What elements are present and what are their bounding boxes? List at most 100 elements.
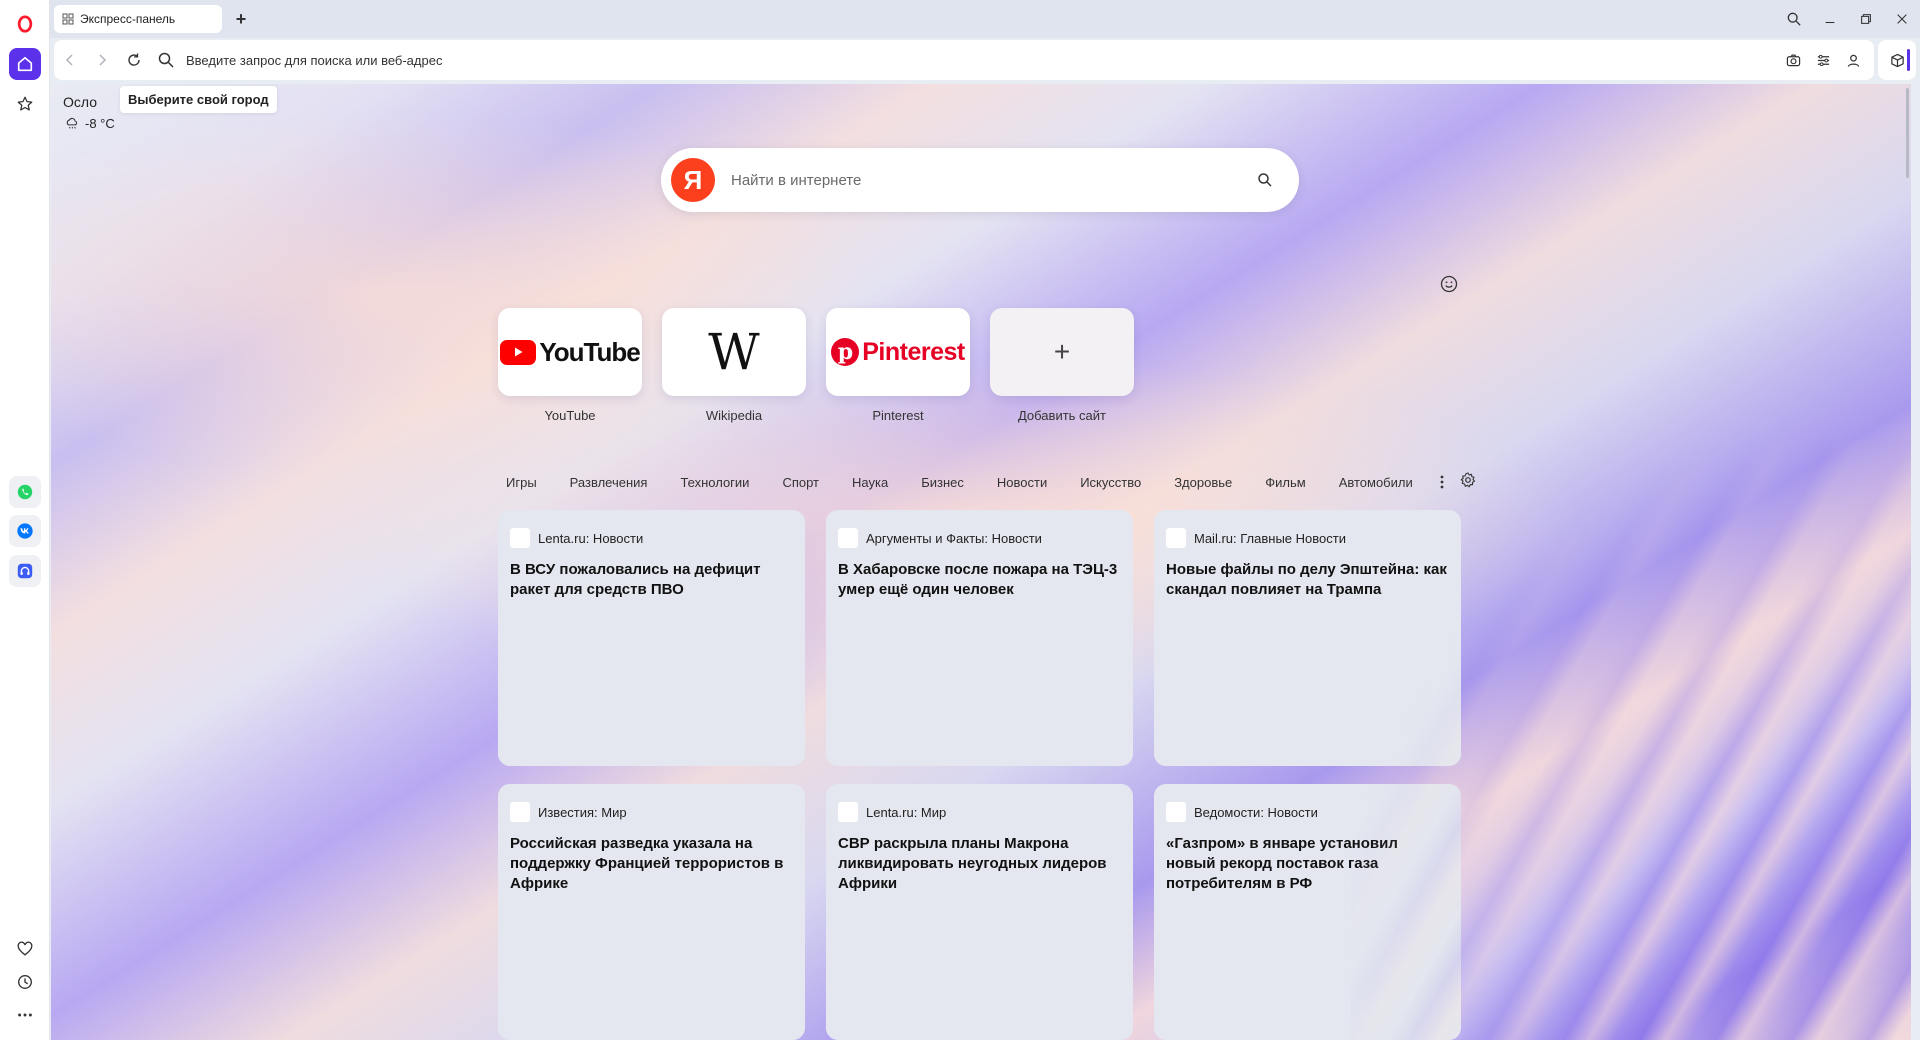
news-card[interactable]: Lenta.ru: Новости В ВСУ пожаловались на … (498, 510, 805, 766)
restore-button[interactable] (1848, 0, 1884, 38)
sidebar-vk-button[interactable] (9, 515, 41, 547)
forward-icon (99, 54, 107, 66)
sidebar-music-player-button[interactable] (9, 555, 41, 587)
profile-button[interactable] (1842, 49, 1864, 71)
extensions-button[interactable] (1878, 40, 1916, 80)
speed-dial-tile[interactable]: p Pinterest (826, 308, 970, 396)
category-tab[interactable]: Бизнес (921, 475, 964, 490)
sidebar-pinboards-button[interactable] (9, 933, 41, 965)
categories-more-button[interactable] (1438, 474, 1446, 490)
vk-icon (17, 523, 33, 539)
snapshot-button[interactable] (1782, 49, 1804, 71)
news-title[interactable]: СВР раскрыла планы Макрона ликвидировать… (838, 834, 1121, 894)
address-input[interactable] (186, 52, 786, 68)
news-source-row: Ведомости: Новости (1166, 802, 1449, 822)
category-tab[interactable]: Искусство (1080, 475, 1141, 490)
news-title[interactable]: Российская разведка указала на поддержку… (510, 834, 793, 894)
tab-strip: Экспресс-панель + (50, 0, 1920, 38)
tab-search-button[interactable] (1776, 0, 1812, 38)
speed-dial-pinterest[interactable]: p Pinterest Pinterest (826, 308, 970, 423)
easy-setup-button[interactable] (1812, 49, 1834, 71)
whatsapp-icon (17, 484, 33, 500)
sidebar-home-button[interactable] (9, 48, 41, 80)
easy-setup-icon (1817, 54, 1829, 66)
category-tab[interactable]: Игры (506, 475, 537, 490)
add-site-tile[interactable]: + (990, 308, 1134, 396)
news-source-favicon (510, 528, 530, 548)
opera-menu-button[interactable] (9, 8, 41, 40)
news-title[interactable]: В ВСУ пожаловались на дефицит ракет для … (510, 560, 793, 600)
category-tab[interactable]: Автомобили (1339, 475, 1413, 490)
speed-dial-add-site[interactable]: + Добавить сайт (990, 308, 1134, 423)
speed-dial-label: Добавить сайт (1017, 408, 1106, 423)
news-title[interactable]: «Газпром» в январе установил новый рекор… (1166, 834, 1449, 894)
sidebar-whatsapp-button[interactable] (9, 476, 41, 508)
speed-dial-youtube[interactable]: YouTube YouTube (498, 308, 642, 423)
music-player-icon (17, 563, 33, 579)
category-tab[interactable]: Развлечения (570, 475, 648, 490)
scrollbar-thumb[interactable] (1906, 88, 1909, 178)
category-tab[interactable]: Технологии (680, 475, 749, 490)
reload-button[interactable] (118, 44, 150, 76)
category-tab[interactable]: Здоровье (1174, 475, 1232, 490)
sidebar (0, 0, 50, 1040)
window-controls (1776, 0, 1920, 38)
kebab-menu-icon (1440, 475, 1444, 489)
news-card[interactable]: Mail.ru: Главные Новости Новые файлы по … (1154, 510, 1461, 766)
news-source: Lenta.ru: Новости (538, 530, 644, 546)
news-card[interactable]: Известия: Мир Российская разведка указал… (498, 784, 805, 1040)
speed-dial-tile[interactable]: YouTube (498, 308, 642, 396)
speed-dial-page: Осло Выберите свой город -8 °C Я YouTube… (51, 84, 1911, 1040)
gear-icon[interactable] (1460, 472, 1476, 488)
opera-logo-icon (17, 15, 33, 33)
youtube-play-icon (500, 339, 537, 365)
news-title[interactable]: В Хабаровске после пожара на ТЭЦ-3 умер … (838, 560, 1121, 600)
web-search-box[interactable]: Я (661, 148, 1299, 212)
tab-speed-dial[interactable]: Экспресс-панель (54, 5, 222, 33)
youtube-logo: YouTube (500, 337, 641, 368)
news-source: Mail.ru: Главные Новости (1194, 530, 1346, 546)
minimize-button[interactable] (1812, 0, 1848, 38)
category-tab[interactable]: Наука (852, 475, 888, 490)
speed-dial-label: YouTube (544, 408, 596, 423)
yandex-logo-letter: Я (683, 164, 703, 195)
close-button[interactable] (1884, 0, 1920, 38)
news-source: Lenta.ru: Мир (866, 804, 947, 820)
news-card[interactable]: Lenta.ru: Мир СВР раскрыла планы Макрона… (826, 784, 1133, 1040)
news-source-row: Lenta.ru: Новости (510, 528, 793, 548)
news-card[interactable]: Ведомости: Новости «Газпром» в январе ус… (1154, 784, 1461, 1040)
back-button[interactable] (54, 44, 86, 76)
wikipedia-logo: W (708, 323, 760, 381)
reload-icon (128, 53, 140, 66)
news-source-favicon (1166, 528, 1186, 548)
yandex-logo-icon: Я (671, 158, 715, 202)
category-tab[interactable]: Фильм (1265, 475, 1305, 490)
category-tab[interactable]: Новости (997, 475, 1047, 490)
page-scrollbar[interactable] (1903, 84, 1911, 1040)
news-source-favicon (838, 528, 858, 548)
news-source-row: Аргументы и Факты: Новости (838, 528, 1121, 548)
more-icon (18, 1013, 32, 1017)
heart-icon (17, 941, 33, 956)
weather-city[interactable]: Осло (63, 94, 97, 110)
sidebar-bookmarks-button[interactable] (9, 88, 41, 120)
weather-city-tooltip: Выберите свой город (120, 86, 277, 113)
category-tab[interactable]: Спорт (782, 475, 819, 490)
sidebar-history-button[interactable] (9, 966, 41, 998)
new-tab-button[interactable]: + (230, 8, 252, 30)
restore-icon (1861, 14, 1871, 24)
back-icon (65, 54, 73, 66)
address-field[interactable] (150, 52, 1782, 68)
sidebar-more-button[interactable] (9, 999, 41, 1031)
smiley-icon[interactable] (1439, 274, 1459, 294)
forward-button[interactable] (86, 44, 118, 76)
speed-dial-wikipedia[interactable]: W Wikipedia (662, 308, 806, 423)
extensions-icon (1890, 53, 1904, 67)
speed-dial-label: Wikipedia (705, 408, 763, 423)
search-icon[interactable] (1257, 172, 1273, 188)
web-search-input[interactable] (731, 171, 1231, 189)
news-title[interactable]: Новые файлы по делу Эпштейна: как сканда… (1166, 560, 1449, 600)
search-icon (158, 52, 174, 68)
speed-dial-tile[interactable]: W (662, 308, 806, 396)
news-card[interactable]: Аргументы и Факты: Новости В Хабаровске … (826, 510, 1133, 766)
